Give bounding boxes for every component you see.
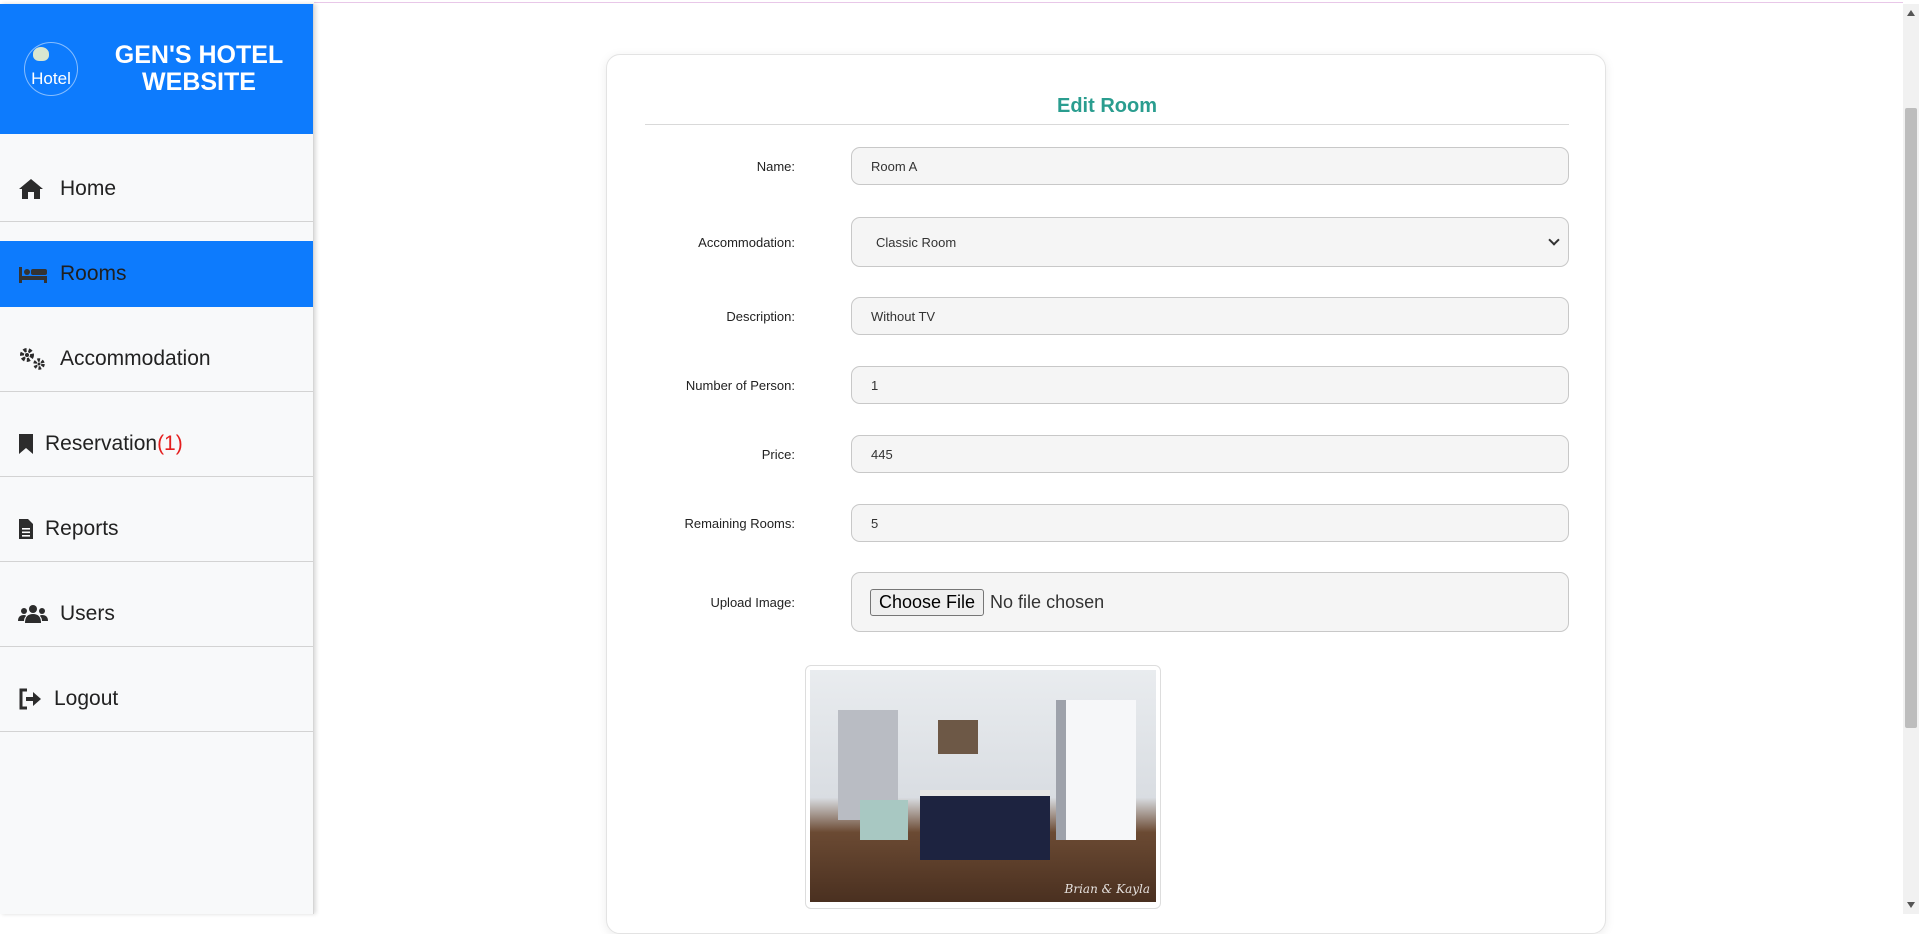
upload-row: Upload Image: Choose File No file chosen xyxy=(645,572,1569,632)
sidebar-item-label: Reports xyxy=(45,516,119,540)
sidebar-nav: Home Rooms Accommodation Reservation(1) xyxy=(0,156,313,732)
description-row: Description: Without TV xyxy=(645,297,1569,335)
scrollbar-thumb[interactable] xyxy=(1905,108,1917,728)
brand-title: GEN'S HOTEL WEBSITE xyxy=(114,41,284,96)
sidebar-item-users[interactable]: Users xyxy=(0,581,313,647)
logo-alt-text: Hotel xyxy=(31,69,71,88)
users-icon xyxy=(18,602,48,626)
scroll-down-arrow-icon[interactable] xyxy=(1907,902,1915,908)
sidebar-item-home[interactable]: Home xyxy=(0,156,313,222)
accommodation-row: Accommodation: Classic Room xyxy=(645,217,1569,267)
logout-icon xyxy=(18,687,42,711)
price-input[interactable]: 445 xyxy=(851,435,1569,473)
name-row: Name: Room A xyxy=(645,146,1569,186)
description-label: Description: xyxy=(726,308,795,324)
persons-input[interactable]: 1 xyxy=(851,366,1569,404)
hotel-logo: Hotel xyxy=(24,42,78,96)
accommodation-select[interactable]: Classic Room xyxy=(851,217,1569,267)
brand-header: Hotel GEN'S HOTEL WEBSITE xyxy=(0,4,313,134)
page-title: Edit Room xyxy=(645,95,1569,125)
sidebar-item-reservation[interactable]: Reservation (1) xyxy=(0,411,313,477)
home-icon xyxy=(18,177,48,201)
file-status-text: No file chosen xyxy=(990,591,1105,612)
room-photo: Brian & Kayla xyxy=(810,670,1156,902)
room-image-preview: Brian & Kayla xyxy=(805,665,1161,909)
bed-icon xyxy=(18,262,48,286)
sidebar-item-accommodation[interactable]: Accommodation xyxy=(0,326,313,392)
scroll-up-arrow-icon[interactable] xyxy=(1907,10,1915,16)
photo-watermark: Brian & Kayla xyxy=(1064,882,1150,896)
persons-row: Number of Person: 1 xyxy=(645,366,1569,404)
sidebar-item-logout[interactable]: Logout xyxy=(0,666,313,732)
choose-file-button[interactable]: Choose File xyxy=(870,588,985,616)
chevron-down-icon xyxy=(1548,234,1560,246)
accommodation-label: Accommodation: xyxy=(698,234,795,250)
gears-icon xyxy=(18,347,48,371)
bookmark-icon xyxy=(18,432,36,456)
remaining-row: Remaining Rooms: 5 xyxy=(645,504,1569,542)
sidebar-item-rooms[interactable]: Rooms xyxy=(0,241,313,307)
remaining-input[interactable]: 5 xyxy=(851,504,1569,542)
name-input[interactable]: Room A xyxy=(851,147,1569,185)
persons-label: Number of Person: xyxy=(685,377,795,393)
sidebar-item-label: Logout xyxy=(54,686,119,710)
upload-image-field: Choose File No file chosen xyxy=(851,572,1569,632)
edit-room-card: Edit Room Name: Room A Accommodation: Cl… xyxy=(606,54,1606,934)
sidebar-item-label: Home xyxy=(60,176,117,200)
page-scrollbar[interactable] xyxy=(1903,4,1919,914)
price-label: Price: xyxy=(761,446,795,462)
upload-label: Upload Image: xyxy=(710,594,795,610)
name-label: Name: xyxy=(756,158,795,174)
file-icon xyxy=(18,517,36,541)
price-row: Price: 445 xyxy=(645,435,1569,473)
remaining-label: Remaining Rooms: xyxy=(684,515,795,531)
top-divider xyxy=(314,2,1903,3)
sidebar-item-label: Users xyxy=(60,601,115,625)
sidebar-item-label: Accommodation xyxy=(60,346,211,370)
reservation-count-badge: (1) xyxy=(157,431,183,455)
sidebar-item-label: Reservation xyxy=(45,431,158,455)
sidebar: Hotel GEN'S HOTEL WEBSITE Home Rooms Acc… xyxy=(0,4,314,914)
sidebar-item-reports[interactable]: Reports xyxy=(0,496,313,562)
sidebar-item-label: Rooms xyxy=(60,262,127,285)
logo-image-icon xyxy=(33,47,49,61)
description-input[interactable]: Without TV xyxy=(851,297,1569,335)
accommodation-selected-value: Classic Room xyxy=(876,234,957,250)
